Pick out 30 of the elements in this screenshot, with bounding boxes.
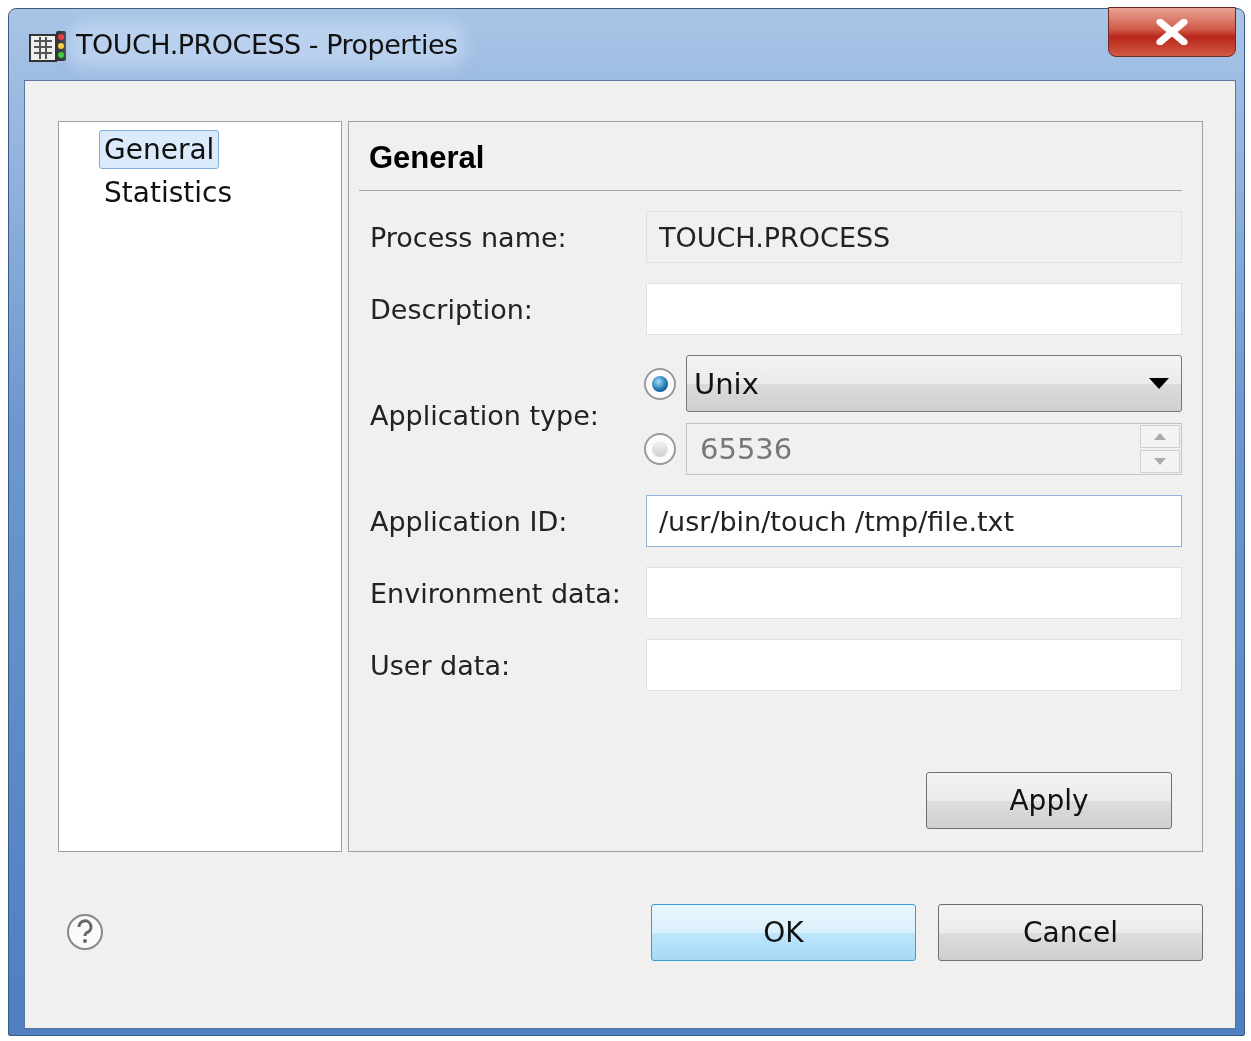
input-field[interactable]: [646, 639, 1182, 691]
decrement-button[interactable]: [1140, 450, 1180, 473]
field-label: Description:: [370, 293, 534, 325]
caret-icon: [1149, 378, 1169, 389]
radio-button[interactable]: [644, 367, 676, 400]
field-label: Process name:: [370, 221, 568, 253]
down-arrow-icon: [1154, 458, 1166, 465]
increment-button[interactable]: [1140, 425, 1180, 448]
radio-button[interactable]: [644, 433, 676, 465]
input-field[interactable]: TOUCH.PROCESS: [646, 211, 1182, 263]
panel-title: General: [359, 122, 1182, 191]
input-field[interactable]: [646, 567, 1182, 619]
close-icon: [1155, 19, 1189, 45]
input-field[interactable]: /usr/bin/touch /tmp/file.txt: [646, 495, 1182, 547]
sidebar-item[interactable]: Statistics: [99, 173, 237, 212]
close-button[interactable]: [1108, 7, 1236, 57]
dialog-button[interactable]: OK: [651, 903, 916, 961]
field-label: Application type:: [370, 399, 600, 431]
field-label: Environment data:: [370, 577, 622, 609]
apply-button[interactable]: Apply: [926, 772, 1172, 829]
help-icon[interactable]: [66, 913, 104, 951]
number-spinner[interactable]: 65536: [686, 423, 1182, 475]
field-label: Application ID:: [370, 505, 569, 537]
sidebar-item[interactable]: General: [99, 130, 220, 169]
dropdown[interactable]: Unix: [686, 355, 1182, 412]
field-label: User data:: [370, 649, 512, 681]
up-arrow-icon: [1154, 433, 1166, 440]
dialog-button[interactable]: Cancel: [938, 903, 1203, 961]
window-title: TOUCH.PROCESS - Properties: [76, 29, 458, 60]
input-field[interactable]: [646, 283, 1182, 335]
